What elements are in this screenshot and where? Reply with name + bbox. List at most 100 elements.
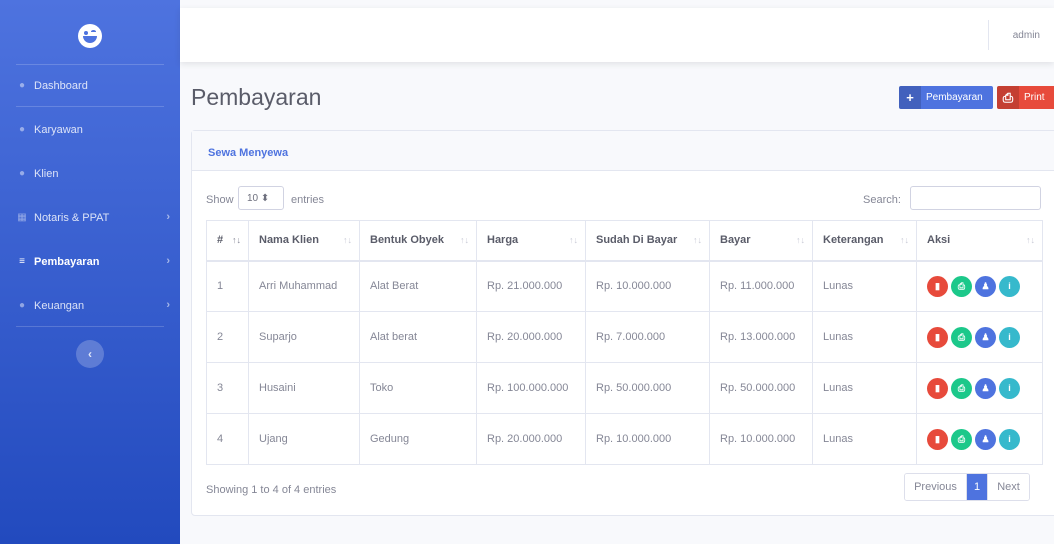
card-header: Sewa Menyewa	[192, 131, 1054, 171]
user-menu[interactable]: admin	[1013, 30, 1040, 41]
column-header-label: #	[217, 234, 224, 247]
print-row-button[interactable]: ⎙	[951, 428, 972, 450]
pagination-page-1[interactable]: 1	[967, 474, 987, 500]
sidebar-item-dashboard[interactable]: ● Dashboard	[0, 68, 180, 104]
cell-keterangan: Lunas	[812, 413, 917, 465]
sort-icon: ↑↓	[1026, 235, 1035, 245]
sidebar-divider	[16, 64, 164, 65]
cell-number: 3	[206, 362, 249, 414]
user-detail-button[interactable]: ♟	[975, 326, 996, 348]
cell-bayar: Rp. 50.000.000	[709, 362, 813, 414]
cell-nama-klien: Suparjo	[248, 311, 360, 363]
money-icon: ≡	[19, 256, 25, 267]
table-header-row: # ↑↓ Nama Klien ↑↓ Bentuk Obyek ↑↓ Harga ↑↓ …	[206, 220, 1043, 262]
sidebar-item-pembayaran[interactable]: ≡ Pembayaran ›	[0, 244, 180, 280]
cell-keterangan: Lunas	[812, 311, 917, 363]
delete-button[interactable]: ▮	[927, 275, 948, 297]
coins-icon: ●	[18, 300, 26, 311]
cell-sudah-di-bayar: Rp. 10.000.000	[585, 413, 710, 465]
table-row: 3 Husaini Toko Rp. 100.000.000 Rp. 50.00…	[206, 362, 1043, 414]
sidebar-item-karyawan[interactable]: ● Karyawan	[0, 112, 180, 148]
column-header-nama-klien[interactable]: Nama Klien ↑↓	[248, 220, 360, 262]
user-detail-button[interactable]: ♟	[975, 377, 996, 399]
sidebar-divider	[16, 106, 164, 107]
info-button[interactable]: i	[999, 428, 1020, 450]
user-icon: ●	[18, 124, 26, 135]
print-button[interactable]: ⎙ Print	[997, 86, 1054, 109]
user-plus-icon: ●	[18, 168, 26, 179]
add-pembayaran-button[interactable]: + Pembayaran	[899, 86, 993, 109]
page-title: Pembayaran	[191, 84, 322, 110]
column-header-label: Bentuk Obyek	[370, 234, 444, 247]
chevron-right-icon: ›	[166, 255, 170, 267]
sidebar-item-label: Keuangan	[34, 300, 85, 312]
column-header-label: Bayar	[720, 234, 751, 247]
sidebar-item-label: Karyawan	[34, 124, 83, 136]
brand-logo[interactable]	[0, 8, 180, 64]
user-detail-button[interactable]: ♟	[975, 428, 996, 450]
cell-bentuk-obyek: Alat Berat	[359, 260, 477, 312]
cell-aksi: ▮ ⎙ ♟ i	[916, 260, 1043, 312]
column-header-keterangan[interactable]: Keterangan ↑↓	[812, 220, 917, 262]
sort-icon: ↑↓	[693, 235, 702, 245]
pagination-next[interactable]: Next	[987, 474, 1029, 500]
plus-icon: +	[899, 86, 921, 109]
sidebar-item-klien[interactable]: ● Klien	[0, 156, 180, 192]
sidebar-divider	[16, 326, 164, 327]
cell-aksi: ▮ ⎙ ♟ i	[916, 311, 1043, 363]
delete-button[interactable]: ▮	[927, 428, 948, 450]
delete-button[interactable]: ▮	[927, 377, 948, 399]
search-label: Search:	[863, 194, 901, 206]
column-header-number[interactable]: # ↑↓	[206, 220, 249, 262]
sidebar-item-notaris-ppat[interactable]: ▦ Notaris & PPAT ›	[0, 200, 180, 236]
entries-length-select[interactable]: 10 ⬍	[238, 186, 284, 210]
column-header-bentuk-obyek[interactable]: Bentuk Obyek ↑↓	[359, 220, 477, 262]
cell-bentuk-obyek: Alat berat	[359, 311, 477, 363]
table-info: Showing 1 to 4 of 4 entries	[206, 484, 337, 496]
cell-bentuk-obyek: Toko	[359, 362, 477, 414]
sidebar-item-label: Notaris & PPAT	[34, 212, 110, 224]
cell-harga: Rp. 100.000.000	[476, 362, 586, 414]
sidebar-toggle-button[interactable]: ‹	[76, 340, 104, 368]
chevron-right-icon: ›	[166, 299, 170, 311]
pagination: Previous 1 Next	[904, 473, 1030, 501]
print-row-button[interactable]: ⎙	[951, 275, 972, 297]
print-button-label: Print	[1024, 92, 1045, 103]
sort-icon: ↑↓	[796, 235, 805, 245]
sort-icon: ↑↓	[343, 235, 352, 245]
cell-sudah-di-bayar: Rp. 7.000.000	[585, 311, 710, 363]
sort-icon: ↑↓	[460, 235, 469, 245]
cell-keterangan: Lunas	[812, 362, 917, 414]
laugh-wink-icon	[78, 24, 102, 48]
cell-bayar: Rp. 11.000.000	[709, 260, 813, 312]
card-title: Sewa Menyewa	[208, 147, 289, 159]
table-row: 4 Ujang Gedung Rp. 20.000.000 Rp. 10.000…	[206, 413, 1043, 465]
cell-bayar: Rp. 10.000.000	[709, 413, 813, 465]
add-button-label: Pembayaran	[926, 92, 983, 103]
pagination-previous[interactable]: Previous	[905, 474, 967, 500]
column-header-label: Aksi	[927, 234, 951, 247]
delete-button[interactable]: ▮	[927, 326, 948, 348]
sidebar-item-keuangan[interactable]: ● Keuangan ›	[0, 288, 180, 324]
print-row-button[interactable]: ⎙	[951, 377, 972, 399]
sort-icon: ↑↓	[569, 235, 578, 245]
table-row: 1 Arri Muhammad Alat Berat Rp. 21.000.00…	[206, 260, 1043, 312]
cell-bentuk-obyek: Gedung	[359, 413, 477, 465]
column-header-harga[interactable]: Harga ↑↓	[476, 220, 586, 262]
column-header-sudah-di-bayar[interactable]: Sudah Di Bayar ↑↓	[585, 220, 710, 262]
column-header-label: Nama Klien	[259, 234, 319, 247]
info-button[interactable]: i	[999, 275, 1020, 297]
sidebar-item-label: Dashboard	[34, 80, 88, 92]
chevron-right-icon: ›	[166, 211, 170, 223]
user-detail-button[interactable]: ♟	[975, 275, 996, 297]
column-header-aksi[interactable]: Aksi ↑↓	[916, 220, 1043, 262]
column-header-bayar[interactable]: Bayar ↑↓	[709, 220, 813, 262]
sidebar: ● Dashboard ● Karyawan ● Klien ▦ Notaris…	[0, 0, 180, 544]
print-row-button[interactable]: ⎙	[951, 326, 972, 348]
search-input[interactable]	[910, 186, 1041, 210]
cell-nama-klien: Ujang	[248, 413, 360, 465]
cell-sudah-di-bayar: Rp. 50.000.000	[585, 362, 710, 414]
print-icon: ⎙	[997, 86, 1019, 109]
info-button[interactable]: i	[999, 326, 1020, 348]
info-button[interactable]: i	[999, 377, 1020, 399]
